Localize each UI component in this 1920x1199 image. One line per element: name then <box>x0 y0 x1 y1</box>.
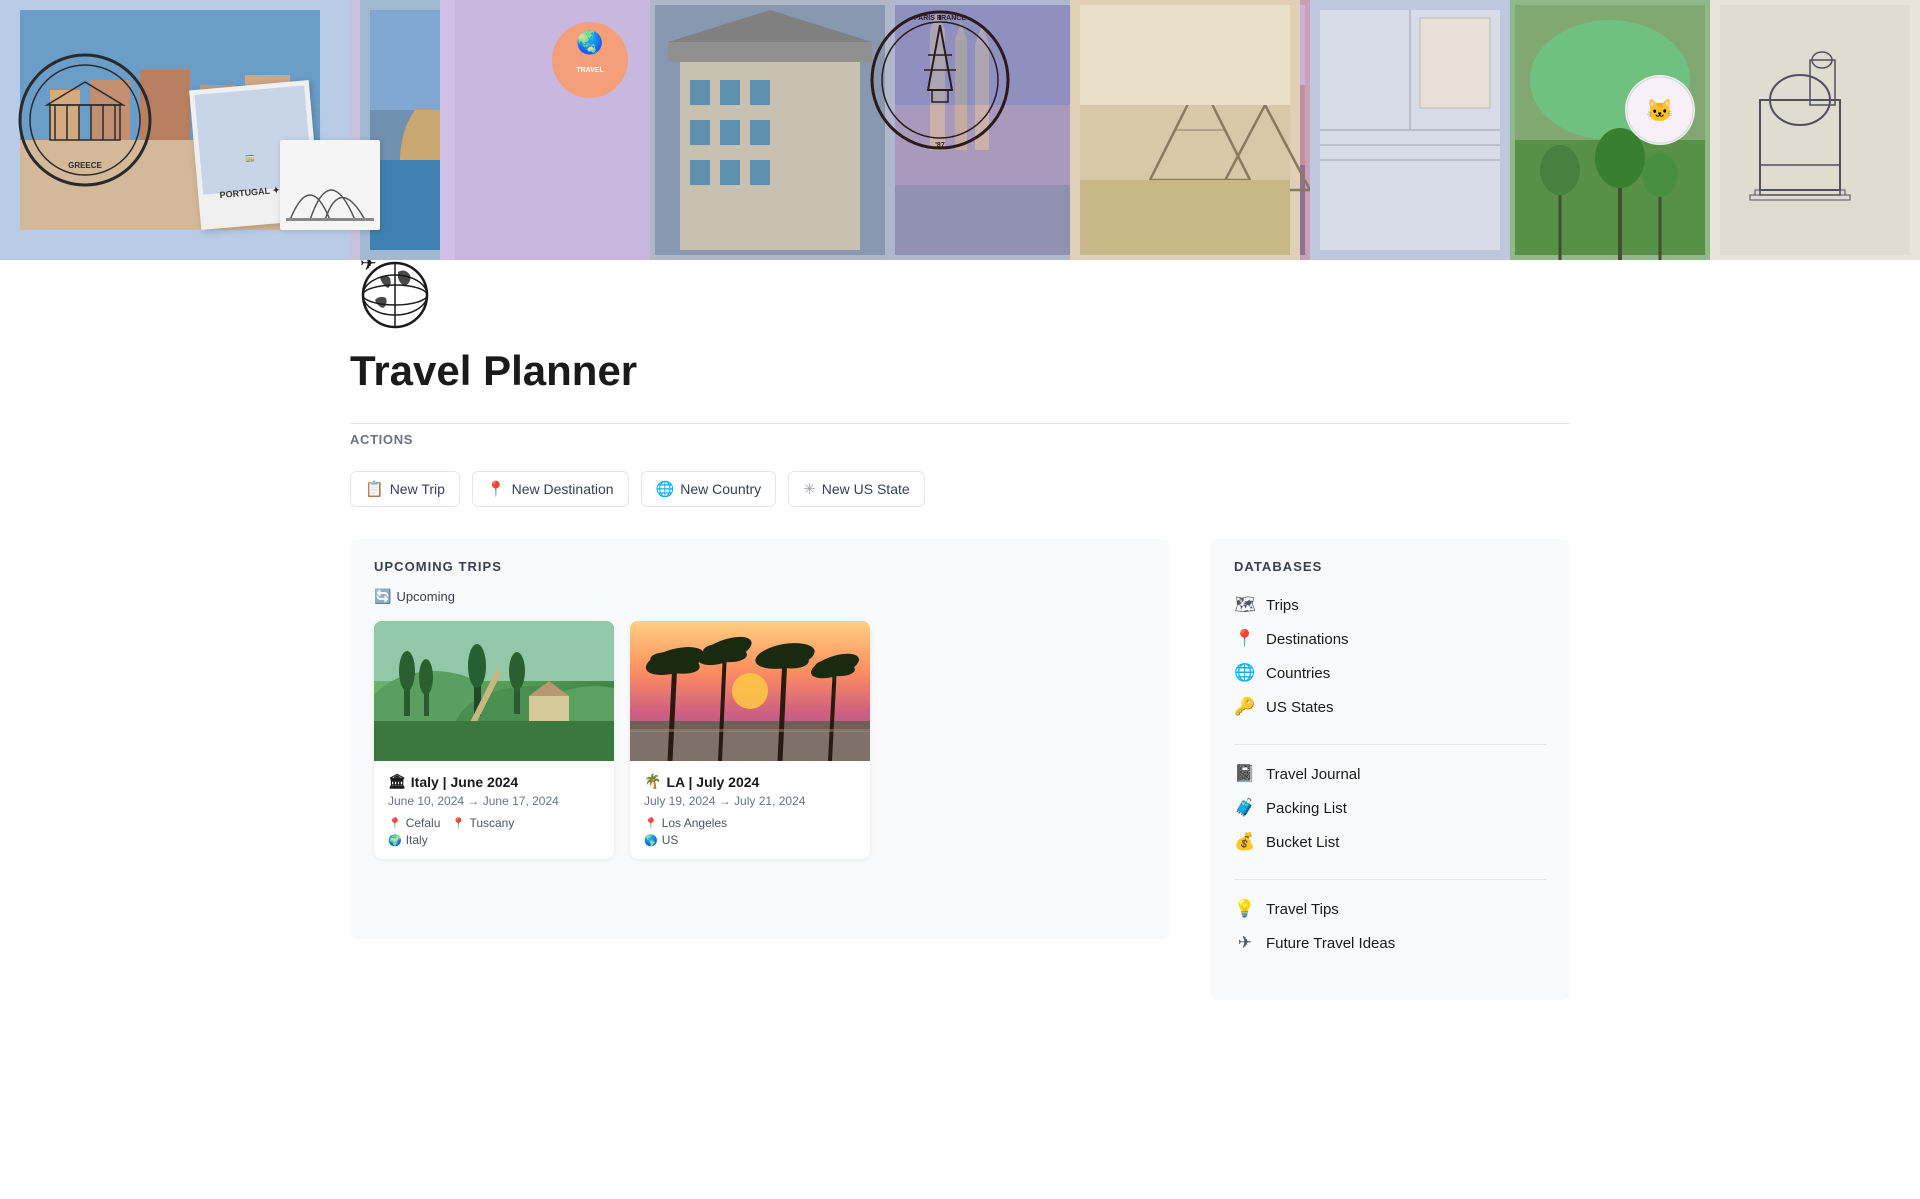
db-item-us-states[interactable]: 🔑 US States <box>1234 690 1546 724</box>
actions-row: 📋 New Trip 📍 New Destination 🌐 New Count… <box>350 471 1570 507</box>
svg-text:GREECE: GREECE <box>68 161 102 170</box>
la-tag-country-icon: 🌎 <box>644 834 658 847</box>
la-card-title: 🌴 LA | July 2024 <box>644 773 856 790</box>
db-divider-1 <box>1234 744 1546 745</box>
new-country-button[interactable]: 🌐 New Country <box>641 471 777 507</box>
la-tag-city-icon: 📍 <box>644 817 658 830</box>
destinations-icon: 📍 <box>1234 629 1256 649</box>
filter-icon: 🔄 <box>374 588 391 605</box>
new-us-state-icon: ✳ <box>803 480 816 498</box>
db-item-destinations[interactable]: 📍 Destinations <box>1234 622 1546 656</box>
filter-tag: 🔄 Upcoming <box>374 588 455 605</box>
db-item-trips[interactable]: 🗺 Trips <box>1234 588 1546 622</box>
db-packing-list-label: Packing List <box>1266 800 1347 817</box>
left-column: UPCOMING TRIPS 🔄 Upcoming <box>350 539 1170 939</box>
new-trip-button[interactable]: 📋 New Trip <box>350 471 460 507</box>
db-trips-label: Trips <box>1266 597 1299 614</box>
db-bucket-list-label: Bucket List <box>1266 834 1339 851</box>
la-card-image <box>630 621 870 761</box>
db-item-travel-journal[interactable]: 📓 Travel Journal <box>1234 757 1546 791</box>
italy-tag-cefalu-icon: 📍 <box>388 817 402 830</box>
right-column: DATABASES 🗺 Trips 📍 Destinations 🌐 Count… <box>1210 539 1570 1000</box>
la-card-body: 🌴 LA | July 2024 July 19, 2024 → July 21… <box>630 761 870 859</box>
main-layout: UPCOMING TRIPS 🔄 Upcoming <box>350 539 1570 1000</box>
db-item-future-travel[interactable]: ✈ Future Travel Ideas <box>1234 926 1546 960</box>
new-destination-icon: 📍 <box>487 480 506 498</box>
upcoming-trips-section: UPCOMING TRIPS 🔄 Upcoming <box>350 539 1170 939</box>
svg-text:TRAVEL: TRAVEL <box>576 67 604 74</box>
trip-card-la[interactable]: 🌴 LA | July 2024 July 19, 2024 → July 21… <box>630 621 870 859</box>
db-destinations-label: Destinations <box>1266 631 1349 648</box>
la-tag-city: 📍 Los Angeles <box>644 816 856 830</box>
page-title: Travel Planner <box>350 347 1570 395</box>
new-country-label: New Country <box>680 481 761 497</box>
new-destination-button[interactable]: 📍 New Destination <box>472 471 629 507</box>
italy-tag-cefalu: 📍 Cefalu 📍 Tuscany <box>388 816 600 830</box>
db-item-bucket-list[interactable]: 💰 Bucket List <box>1234 825 1546 859</box>
db-us-states-label: US States <box>1266 699 1334 716</box>
future-travel-icon: ✈ <box>1234 933 1256 953</box>
italy-card-title: 🏛 Italy | June 2024 <box>388 773 600 790</box>
filter-label: Upcoming <box>396 589 455 604</box>
svg-text:🐱: 🐱 <box>1646 98 1673 123</box>
italy-card-image <box>374 621 614 761</box>
packing-list-icon: 🧳 <box>1234 798 1256 818</box>
db-travel-tips-label: Travel Tips <box>1266 901 1339 918</box>
italy-card-body: 🏛 Italy | June 2024 June 10, 2024 → June… <box>374 761 614 859</box>
countries-icon: 🌐 <box>1234 663 1256 683</box>
new-us-state-button[interactable]: ✳ New US State <box>788 471 925 507</box>
db-item-packing-list[interactable]: 🧳 Packing List <box>1234 791 1546 825</box>
italy-tag-tuscany-icon: 📍 <box>452 817 466 830</box>
new-destination-label: New Destination <box>512 481 614 497</box>
new-country-icon: 🌐 <box>656 480 675 498</box>
la-tag-country: 🌎 US <box>644 833 856 847</box>
bucket-list-icon: 💰 <box>1234 832 1256 852</box>
db-primary-group: 🗺 Trips 📍 Destinations 🌐 Countries 🔑 US … <box>1234 588 1546 724</box>
svg-text:🌏: 🌏 <box>576 30 603 55</box>
la-card-dates: July 19, 2024 → July 21, 2024 <box>644 794 856 808</box>
travel-journal-icon: 📓 <box>1234 764 1256 784</box>
trip-card-italy[interactable]: 🏛 Italy | June 2024 June 10, 2024 → June… <box>374 621 614 859</box>
italy-tag-country-icon: 🌍 <box>388 834 402 847</box>
svg-text:🚃: 🚃 <box>244 153 255 163</box>
new-us-state-label: New US State <box>822 481 910 497</box>
italy-card-tags: 📍 Cefalu 📍 Tuscany 🌍 Italy <box>388 816 600 847</box>
upcoming-trips-title: UPCOMING TRIPS <box>374 559 1146 574</box>
new-trip-icon: 📋 <box>365 480 384 498</box>
trip-cards-container: 🏛 Italy | June 2024 June 10, 2024 → June… <box>374 621 1146 859</box>
databases-section: DATABASES 🗺 Trips 📍 Destinations 🌐 Count… <box>1210 539 1570 1000</box>
banner: 🚃 PORTUGAL ✦ 🌏 TRAVEL <box>0 0 1920 260</box>
svg-text:'87: '87 <box>935 142 945 149</box>
la-card-emoji: 🌴 <box>644 773 661 790</box>
actions-section-header: ACTIONS <box>350 423 1570 455</box>
italy-tag-country: 🌍 Italy <box>388 833 600 847</box>
us-states-icon: 🔑 <box>1234 697 1256 717</box>
trips-icon: 🗺 <box>1234 595 1256 615</box>
travel-tips-icon: 💡 <box>1234 899 1256 919</box>
svg-text:PARIS FRANCE: PARIS FRANCE <box>914 15 966 22</box>
new-trip-label: New Trip <box>390 481 445 497</box>
page-content: ✈ Travel Planner ACTIONS 📋 New Trip 📍 Ne… <box>260 240 1660 1000</box>
la-card-tags: 📍 Los Angeles 🌎 US <box>644 816 856 847</box>
italy-card-dates: June 10, 2024 → June 17, 2024 <box>388 794 600 808</box>
italy-card-emoji: 🏛 <box>388 773 406 790</box>
db-future-travel-label: Future Travel Ideas <box>1266 935 1395 952</box>
databases-title: DATABASES <box>1234 559 1546 574</box>
db-countries-label: Countries <box>1266 665 1330 682</box>
db-travel-journal-label: Travel Journal <box>1266 766 1360 783</box>
db-tertiary-group: 💡 Travel Tips ✈ Future Travel Ideas <box>1234 892 1546 960</box>
db-divider-2 <box>1234 879 1546 880</box>
db-item-countries[interactable]: 🌐 Countries <box>1234 656 1546 690</box>
spacer <box>444 816 447 830</box>
db-secondary-group: 📓 Travel Journal 🧳 Packing List 💰 Bucket… <box>1234 757 1546 859</box>
db-item-travel-tips[interactable]: 💡 Travel Tips <box>1234 892 1546 926</box>
